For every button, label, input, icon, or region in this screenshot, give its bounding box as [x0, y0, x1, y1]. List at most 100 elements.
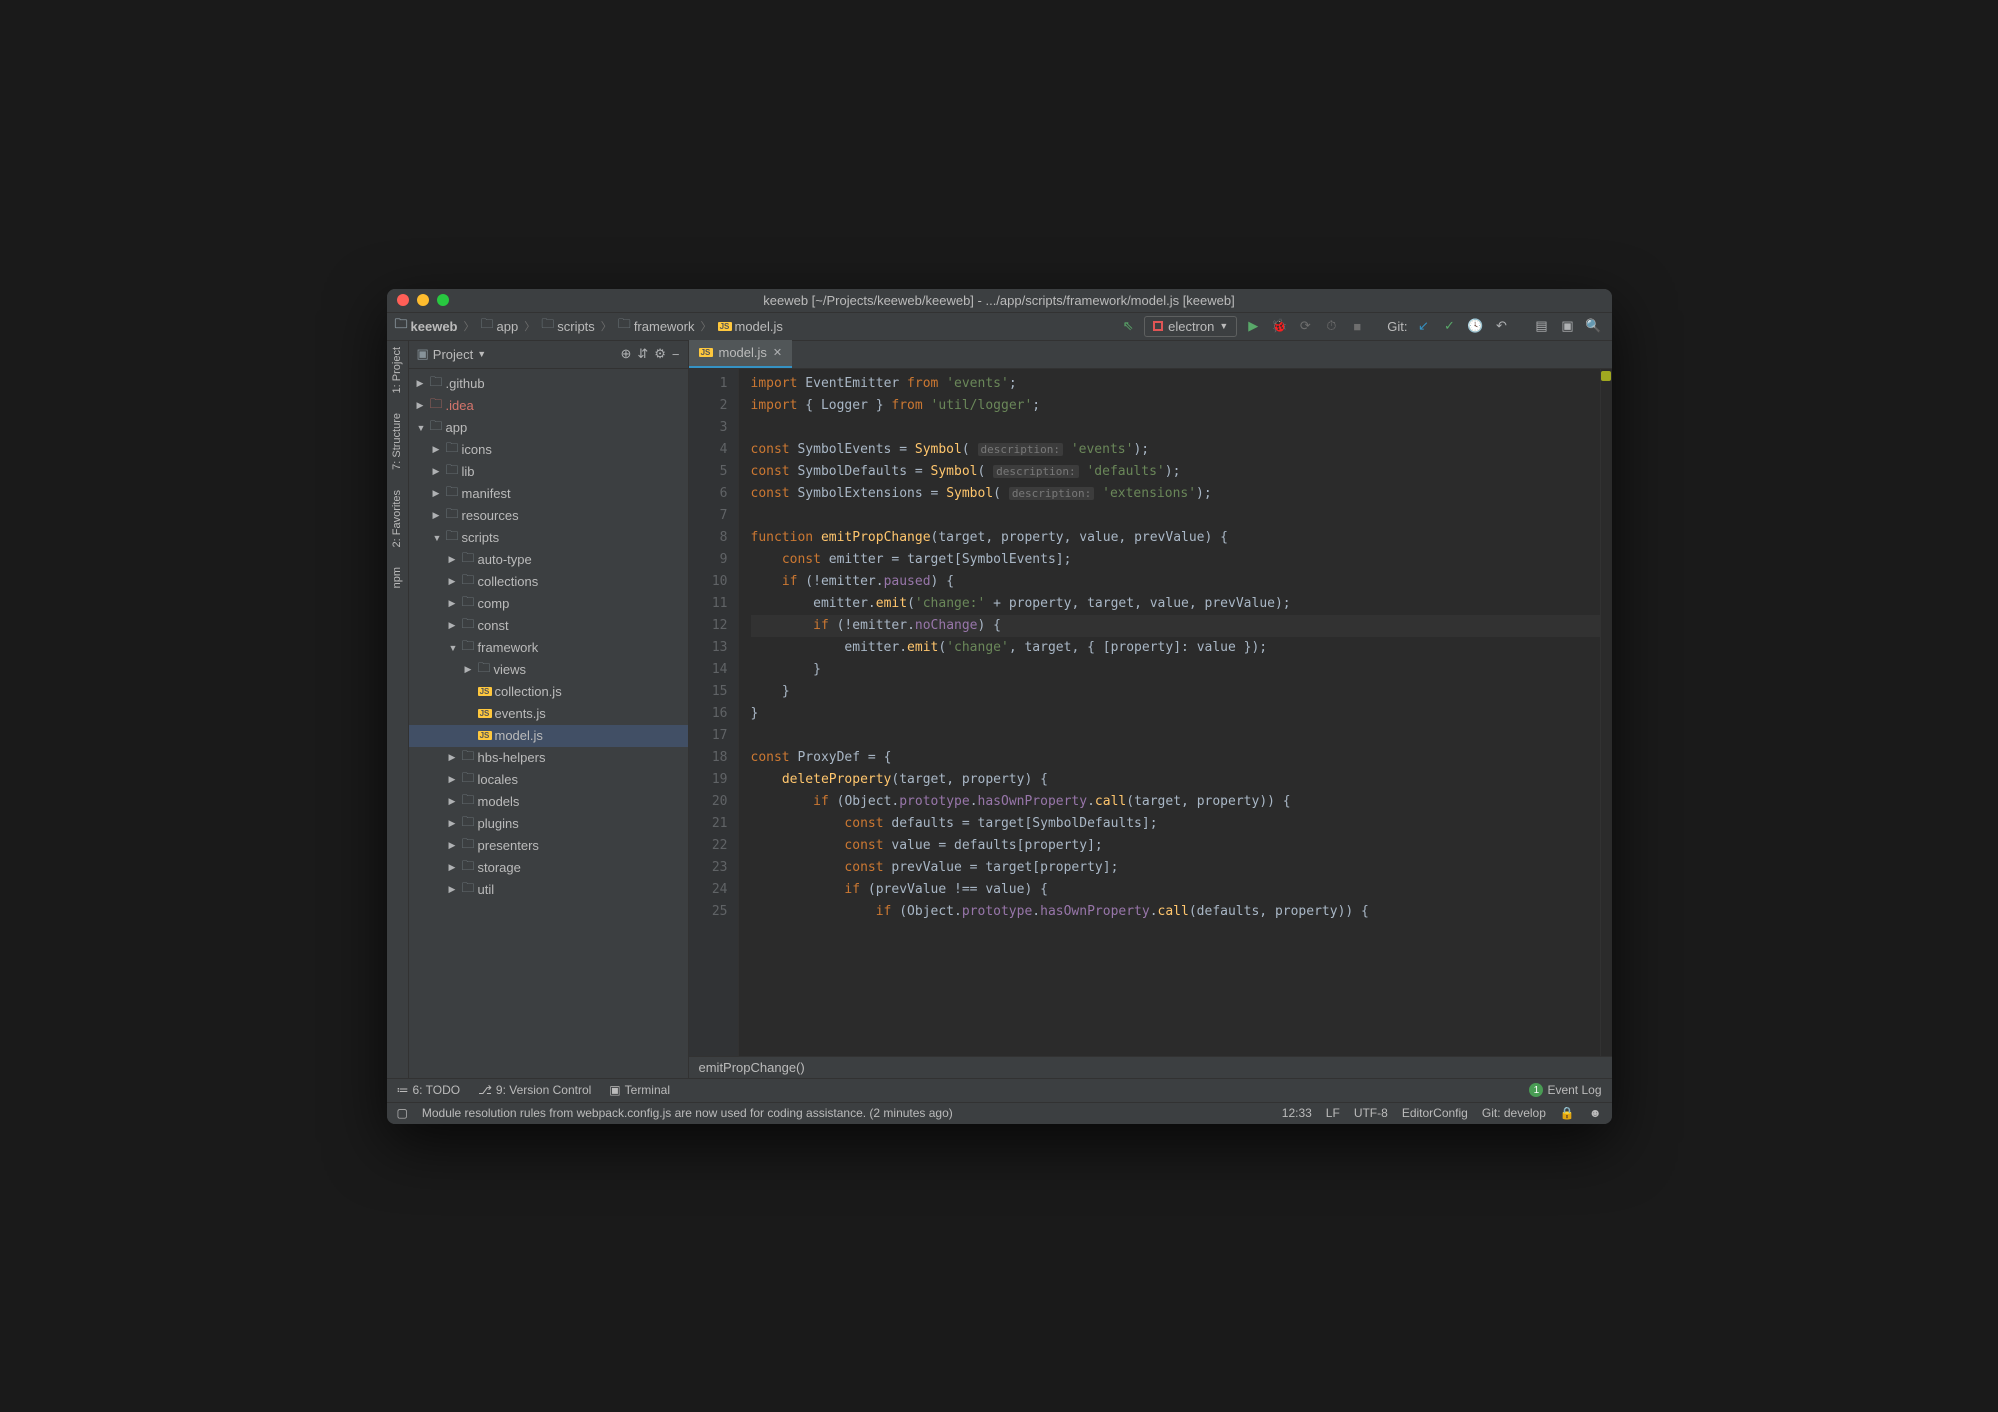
- search-everywhere-button[interactable]: 🔍: [1584, 316, 1604, 336]
- code-line[interactable]: }: [751, 659, 1600, 681]
- line-number[interactable]: 14: [689, 659, 728, 681]
- profile-button[interactable]: ⏱: [1321, 316, 1341, 336]
- project-structure-button[interactable]: ▤: [1532, 316, 1552, 336]
- run-configuration-selector[interactable]: electron ▼: [1144, 316, 1237, 337]
- tree-arrow-icon[interactable]: ▶: [433, 444, 443, 455]
- breadcrumb-item[interactable]: JSmodel.js: [718, 319, 783, 334]
- code-line[interactable]: if (prevValue !== value) {: [751, 879, 1600, 901]
- code-line[interactable]: emitter.emit('change:' + property, targe…: [751, 593, 1600, 615]
- caret-position[interactable]: 12:33: [1282, 1106, 1312, 1120]
- tree-arrow-icon[interactable]: ▶: [449, 620, 459, 631]
- code-line[interactable]: const SymbolEvents = Symbol( description…: [751, 439, 1600, 461]
- tree-node[interactable]: ▶🗀.idea: [409, 395, 688, 417]
- vcs-commit-button[interactable]: ✓: [1440, 316, 1460, 336]
- tree-node[interactable]: JSevents.js: [409, 703, 688, 725]
- event-log-button[interactable]: 1 Event Log: [1529, 1083, 1601, 1097]
- tree-node[interactable]: ▶🗀models: [409, 791, 688, 813]
- tree-arrow-icon[interactable]: ▼: [449, 643, 459, 653]
- tree-node[interactable]: ▶🗀comp: [409, 593, 688, 615]
- tree-arrow-icon[interactable]: ▶: [417, 400, 427, 411]
- tree-node[interactable]: JSmodel.js: [409, 725, 688, 747]
- code-line[interactable]: const SymbolDefaults = Symbol( descripti…: [751, 461, 1600, 483]
- breadcrumb-item[interactable]: 🗀framework: [618, 315, 695, 337]
- close-window-button[interactable]: [397, 294, 409, 306]
- code-line[interactable]: deleteProperty(target, property) {: [751, 769, 1600, 791]
- tree-arrow-icon[interactable]: ▼: [417, 423, 427, 433]
- line-number[interactable]: 4: [689, 439, 728, 461]
- line-number[interactable]: 6: [689, 483, 728, 505]
- editor-tab[interactable]: JSmodel.js✕: [689, 340, 793, 368]
- tree-node[interactable]: JScollection.js: [409, 681, 688, 703]
- code-line[interactable]: emitter.emit('change', target, { [proper…: [751, 637, 1600, 659]
- tree-arrow-icon[interactable]: ▶: [417, 378, 427, 389]
- build-button[interactable]: ⇖: [1118, 316, 1138, 336]
- run-button[interactable]: ▶: [1243, 316, 1263, 336]
- code-line[interactable]: const prevValue = target[property];: [751, 857, 1600, 879]
- tool-windows-toggle[interactable]: ▢: [397, 1106, 408, 1120]
- tree-node[interactable]: ▶🗀hbs-helpers: [409, 747, 688, 769]
- tree-arrow-icon[interactable]: ▼: [433, 533, 443, 543]
- tool-window-button[interactable]: 1: Project: [391, 347, 403, 393]
- vcs-tool-button[interactable]: ⎇9: Version Control: [478, 1083, 591, 1097]
- tree-node[interactable]: ▶🗀resources: [409, 505, 688, 527]
- close-tab-button[interactable]: ✕: [773, 346, 782, 359]
- tree-node[interactable]: ▶🗀manifest: [409, 483, 688, 505]
- line-number[interactable]: 22: [689, 835, 728, 857]
- line-number[interactable]: 3: [689, 417, 728, 439]
- line-number[interactable]: 13: [689, 637, 728, 659]
- tree-node[interactable]: ▶🗀collections: [409, 571, 688, 593]
- tree-arrow-icon[interactable]: ▶: [449, 862, 459, 873]
- code-line[interactable]: import EventEmitter from 'events';: [751, 373, 1600, 395]
- tree-node[interactable]: ▶🗀const: [409, 615, 688, 637]
- line-number[interactable]: 12: [689, 615, 728, 637]
- tree-node[interactable]: ▶🗀icons: [409, 439, 688, 461]
- line-number[interactable]: 10: [689, 571, 728, 593]
- run-coverage-button[interactable]: ⟳: [1295, 316, 1315, 336]
- tree-node[interactable]: ▶🗀lib: [409, 461, 688, 483]
- code-line[interactable]: const value = defaults[property];: [751, 835, 1600, 857]
- line-number[interactable]: 19: [689, 769, 728, 791]
- line-number[interactable]: 9: [689, 549, 728, 571]
- code-line[interactable]: const ProxyDef = {: [751, 747, 1600, 769]
- tree-arrow-icon[interactable]: ▶: [449, 840, 459, 851]
- tree-arrow-icon[interactable]: ▶: [449, 796, 459, 807]
- lock-icon[interactable]: 🔒: [1560, 1106, 1575, 1120]
- tree-arrow-icon[interactable]: ▶: [449, 576, 459, 587]
- panel-settings-button[interactable]: ⚙: [654, 346, 666, 362]
- tree-node[interactable]: ▶🗀plugins: [409, 813, 688, 835]
- line-number[interactable]: 21: [689, 813, 728, 835]
- line-number[interactable]: 8: [689, 527, 728, 549]
- tree-arrow-icon[interactable]: ▶: [449, 598, 459, 609]
- tree-arrow-icon[interactable]: ▶: [433, 466, 443, 477]
- line-number[interactable]: 7: [689, 505, 728, 527]
- line-number[interactable]: 16: [689, 703, 728, 725]
- code-line[interactable]: const SymbolExtensions = Symbol( descrip…: [751, 483, 1600, 505]
- file-encoding[interactable]: UTF-8: [1354, 1106, 1388, 1120]
- line-number[interactable]: 11: [689, 593, 728, 615]
- revert-button[interactable]: ↶: [1492, 316, 1512, 336]
- tree-arrow-icon[interactable]: ▶: [449, 774, 459, 785]
- code-line[interactable]: [751, 505, 1600, 527]
- code-lines[interactable]: import EventEmitter from 'events';import…: [739, 369, 1600, 1056]
- tool-window-button[interactable]: npm: [391, 567, 403, 588]
- line-number[interactable]: 25: [689, 901, 728, 923]
- line-separator[interactable]: LF: [1326, 1106, 1340, 1120]
- code-line[interactable]: const defaults = target[SymbolDefaults];: [751, 813, 1600, 835]
- editorconfig-indicator[interactable]: EditorConfig: [1402, 1106, 1468, 1120]
- line-number[interactable]: 2: [689, 395, 728, 417]
- expand-all-button[interactable]: ⇵: [637, 346, 648, 362]
- history-button[interactable]: 🕓: [1466, 316, 1486, 336]
- stop-button[interactable]: ■: [1347, 316, 1367, 336]
- tree-node[interactable]: ▶🗀views: [409, 659, 688, 681]
- tree-node[interactable]: ▶🗀presenters: [409, 835, 688, 857]
- line-number[interactable]: 15: [689, 681, 728, 703]
- code-line[interactable]: }: [751, 681, 1600, 703]
- tool-window-button[interactable]: 2: Favorites: [391, 490, 403, 547]
- project-view-selector[interactable]: ▣ Project ▼: [417, 346, 487, 362]
- code-line[interactable]: [751, 417, 1600, 439]
- tree-node[interactable]: ▼🗀framework: [409, 637, 688, 659]
- code-editor[interactable]: 1234567891011121314151617181920212223242…: [689, 369, 1612, 1056]
- tree-node[interactable]: ▶🗀.github: [409, 373, 688, 395]
- code-line[interactable]: const emitter = target[SymbolEvents];: [751, 549, 1600, 571]
- code-line[interactable]: function emitPropChange(target, property…: [751, 527, 1600, 549]
